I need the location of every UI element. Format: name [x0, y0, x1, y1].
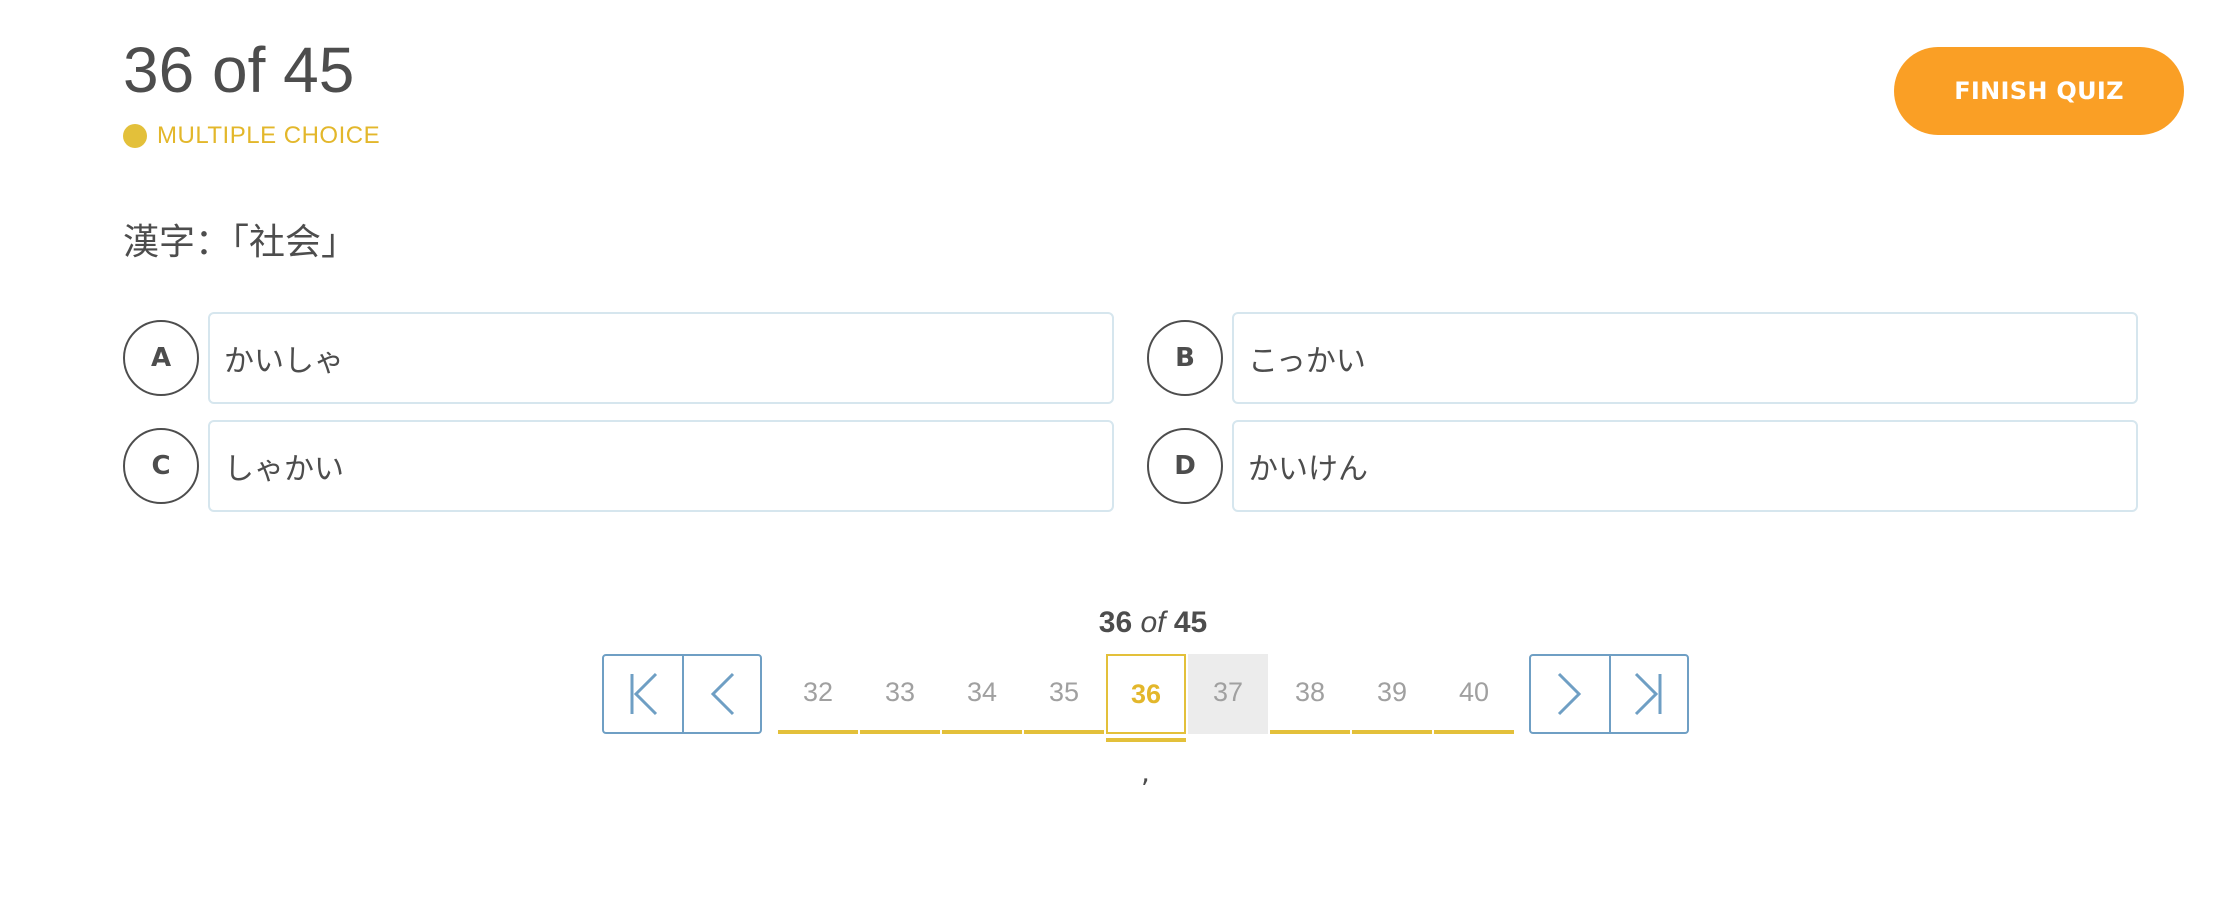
page-37[interactable]: 37 [1188, 654, 1268, 734]
page-39[interactable]: 39 [1352, 654, 1432, 734]
question-type: MULTIPLE CHOICE [123, 120, 380, 152]
option-letter[interactable]: A [123, 320, 199, 396]
option-letter[interactable]: B [1147, 320, 1223, 396]
page-36-current[interactable]: 36 [1106, 654, 1186, 742]
pagination-mark: , [1141, 756, 1150, 789]
question-text: 漢字：「社会」 [123, 222, 358, 263]
page-38[interactable]: 38 [1270, 654, 1350, 734]
page-33[interactable]: 33 [860, 654, 940, 734]
chevron-left-icon [710, 672, 735, 716]
next-page-button[interactable] [1531, 656, 1609, 732]
question-progress: 36 of 45 [123, 34, 355, 106]
page-list: 32 33 34 35 36 37 38 39 40 [778, 654, 1516, 742]
option-answer[interactable]: こっかい [1232, 312, 2138, 404]
last-page-icon [1634, 672, 1662, 716]
question-type-label: MULTIPLE CHOICE [157, 122, 381, 149]
option-c[interactable]: C しゃかい [123, 420, 1114, 512]
option-answer[interactable]: かいしゃ [208, 312, 1114, 404]
pagination-current: 36 [1098, 606, 1133, 639]
page-32[interactable]: 32 [778, 654, 858, 734]
page-34[interactable]: 34 [942, 654, 1022, 734]
finish-quiz-button[interactable]: FINISH QUIZ [1894, 47, 2184, 135]
chevron-right-icon [1557, 672, 1582, 716]
pagination-of: of [1140, 606, 1166, 639]
option-b[interactable]: B こっかい [1147, 312, 2138, 404]
option-d[interactable]: D かいけん [1147, 420, 2138, 512]
type-dot-icon [123, 124, 147, 148]
pagination-total: 45 [1173, 606, 1208, 639]
option-a[interactable]: A かいしゃ [123, 312, 1114, 404]
option-answer[interactable]: しゃかい [208, 420, 1114, 512]
first-page-icon [630, 672, 658, 716]
first-page-button[interactable] [604, 656, 682, 732]
option-answer[interactable]: かいけん [1232, 420, 2138, 512]
page-35[interactable]: 35 [1024, 654, 1104, 734]
page-40[interactable]: 40 [1434, 654, 1514, 734]
option-letter[interactable]: D [1147, 428, 1223, 504]
pagination-label: 36 of 45 [0, 606, 2226, 640]
pager-nav-left [602, 654, 762, 734]
last-page-button[interactable] [1609, 656, 1687, 732]
option-letter[interactable]: C [123, 428, 199, 504]
pager-nav-right [1529, 654, 1689, 734]
previous-page-button[interactable] [682, 656, 760, 732]
